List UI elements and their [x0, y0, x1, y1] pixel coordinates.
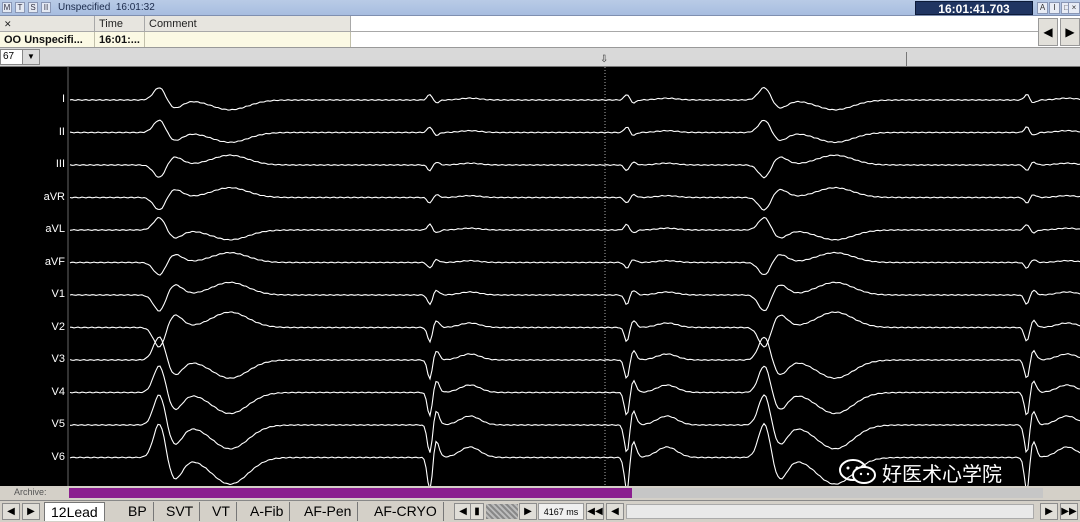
chevron-down-icon[interactable]: ▼	[22, 49, 40, 65]
archive-bar[interactable]: Archive:	[0, 486, 1080, 500]
watermark-text: 好医术心学院	[882, 462, 1002, 486]
ecg-trace-v3	[69, 336, 1080, 381]
ecg-trace-v1	[69, 281, 1080, 312]
archive-progress[interactable]	[69, 488, 632, 498]
scroll-left-button[interactable]: ◀	[1038, 18, 1058, 46]
pause-button[interactable]: II	[41, 2, 51, 13]
window-i-button[interactable]: I	[1049, 2, 1060, 14]
archive-track[interactable]	[632, 488, 1043, 498]
tab-vt[interactable]: VT	[206, 502, 237, 521]
header-filler	[351, 16, 1038, 32]
ecg-traces	[67, 67, 1080, 486]
tab-next-button[interactable]: ▶	[22, 503, 40, 520]
window-title: Unspecified 16:01:32	[58, 2, 155, 13]
ecg-trace-avl	[69, 216, 1080, 241]
window-a-button[interactable]: A	[1037, 2, 1048, 14]
row-comment[interactable]	[145, 32, 351, 48]
row-name: Unspecifi...	[24, 34, 83, 46]
next-button[interactable]: ▶	[1040, 503, 1058, 520]
rewind-button[interactable]: ◀◀	[586, 503, 604, 520]
ecg-trace-v5	[69, 394, 1080, 454]
duration-display: 4167 ms	[538, 503, 584, 520]
mode-s-button[interactable]: S	[28, 2, 38, 13]
scroll-thumb[interactable]	[486, 504, 518, 519]
col-header-time[interactable]: Time	[95, 16, 145, 32]
step-right-button[interactable]: ▶	[519, 503, 537, 520]
study-name: Unspecified	[58, 2, 111, 13]
bottom-bar: ◀ ▶ 12Lead BP SVT VT A-Fib AF-Pen AF-CRY…	[0, 500, 1080, 521]
time-ruler[interactable]: 67 ▼ ⇩	[0, 48, 1080, 67]
watermark: 好医术心学院	[838, 456, 1078, 488]
title-bar: M T S II Unspecified 16:01:32 16:01:41.7…	[0, 0, 1080, 16]
col-header-comment[interactable]: Comment	[145, 16, 351, 32]
wechat-icon	[839, 459, 876, 484]
clock-display: 16:01:41.703	[915, 1, 1033, 16]
ecg-display[interactable]: I II III aVR aVL aVF V1 V2 V3 V4 V5 V6	[0, 67, 1080, 486]
playback-track[interactable]	[626, 504, 1034, 519]
ecg-trace-ii	[69, 119, 1080, 144]
tab-svt[interactable]: SVT	[160, 502, 201, 521]
ecg-trace-iii	[69, 154, 1080, 179]
ecg-trace-i	[69, 86, 1080, 111]
ecg-trace-v2	[69, 311, 1080, 348]
ecg-trace-avr	[69, 186, 1080, 211]
fast-forward-button[interactable]: ▶▶	[1060, 503, 1078, 520]
archive-label: Archive:	[14, 487, 47, 497]
row-marker: OO	[4, 34, 22, 46]
table-row[interactable]: OO Unspecifi...	[0, 32, 95, 48]
ruler-divider	[906, 52, 907, 66]
ecg-trace-avf	[69, 251, 1080, 276]
scroll-fwd-button[interactable]: ▮	[470, 503, 484, 520]
row-time[interactable]: 16:01:...	[95, 32, 145, 48]
tab-prev-button[interactable]: ◀	[2, 503, 20, 520]
prev-button[interactable]: ◀	[606, 503, 624, 520]
mode-m-button[interactable]: M	[2, 2, 12, 13]
scroll-right-button[interactable]: ▶	[1060, 18, 1080, 46]
ecg-trace-v4	[69, 365, 1080, 418]
tab-afpen[interactable]: AF-Pen	[298, 502, 359, 521]
close-small-icon[interactable]: ✕	[4, 19, 12, 29]
study-time: 16:01:32	[115, 2, 155, 13]
tab-12lead[interactable]: 12Lead	[44, 502, 105, 521]
cursor-marker-icon[interactable]: ⇩	[600, 54, 608, 65]
tab-afcryo[interactable]: AF-CRYO	[368, 502, 444, 521]
close-button[interactable]: ×	[1068, 2, 1080, 14]
mode-t-button[interactable]: T	[15, 2, 25, 13]
col-header-marker[interactable]: ✕	[0, 16, 95, 32]
annotation-table: ✕ Time Comment OO Unspecifi... 16:01:...	[0, 16, 1080, 48]
tab-bp[interactable]: BP	[122, 502, 154, 521]
tab-afib[interactable]: A-Fib	[244, 502, 291, 521]
